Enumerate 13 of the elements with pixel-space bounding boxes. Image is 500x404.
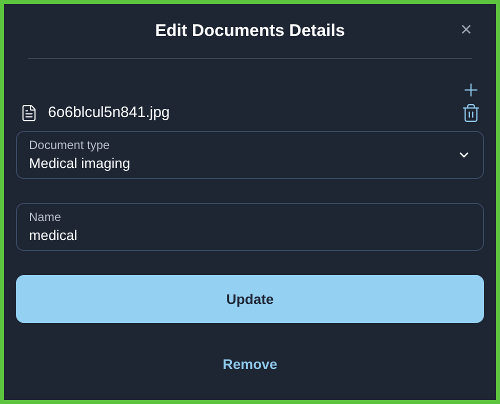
close-button[interactable]: ×	[460, 20, 472, 40]
name-field[interactable]: Name medical	[16, 203, 484, 251]
name-label: Name	[29, 209, 62, 225]
file-name: 6o6blcul5n841.jpg	[48, 102, 170, 123]
remove-button[interactable]: Remove	[222, 354, 278, 375]
name-value: medical	[29, 226, 78, 245]
document-type-value: Medical imaging	[29, 154, 130, 173]
delete-icon[interactable]	[461, 102, 481, 124]
file-icon	[20, 103, 38, 123]
document-type-label: Document type	[29, 137, 111, 153]
document-type-select[interactable]: Document type Medical imaging	[16, 131, 484, 179]
update-button[interactable]: Update	[16, 275, 484, 323]
dialog-title: Edit Documents Details	[155, 20, 345, 42]
